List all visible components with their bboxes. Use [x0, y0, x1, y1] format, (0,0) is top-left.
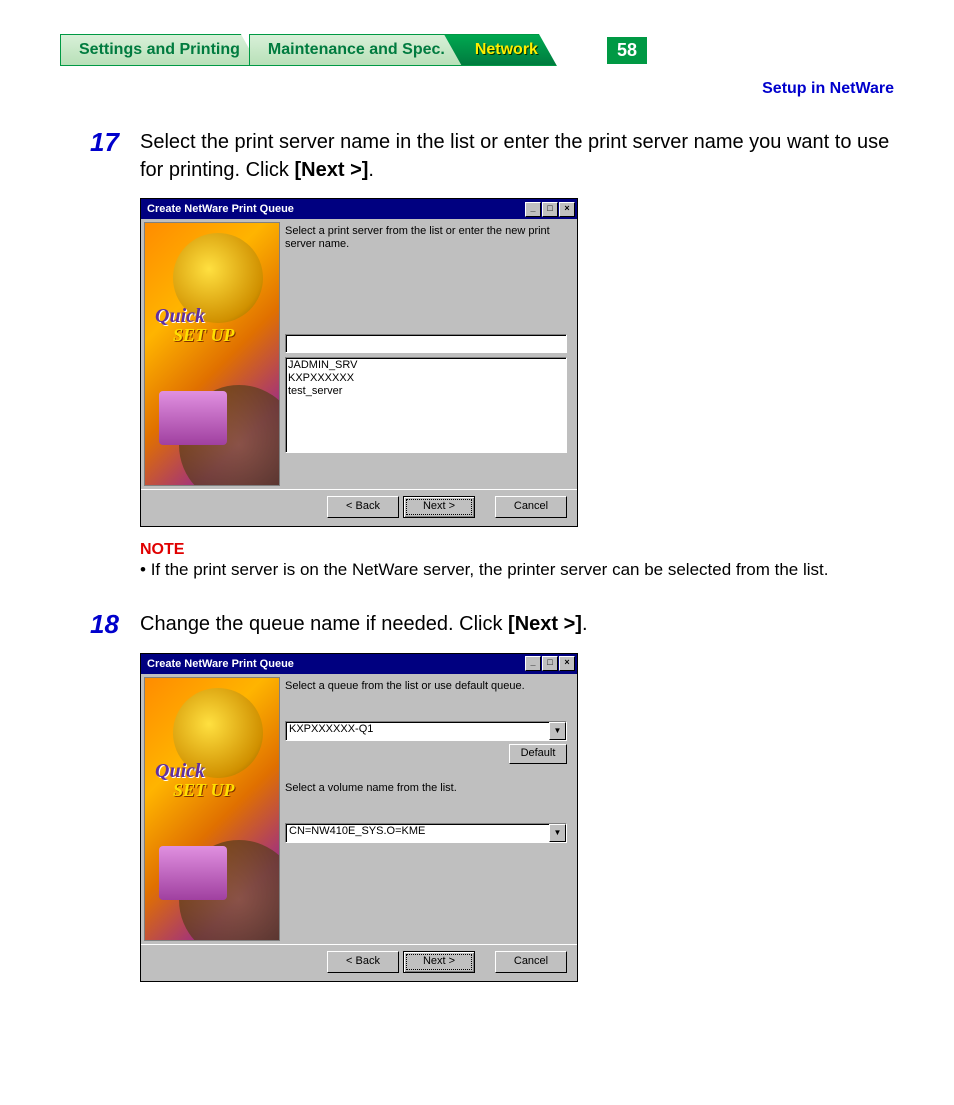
step-text-b: . [368, 159, 374, 181]
step-text-b: . [582, 613, 588, 635]
back-button[interactable]: < Back [327, 951, 399, 973]
dialog-prompt: Select a print server from the list or e… [285, 225, 567, 251]
step-18: 18 Change the queue name if needed. Clic… [90, 610, 914, 639]
list-item[interactable]: test_server [288, 385, 564, 398]
default-button[interactable]: Default [509, 744, 567, 764]
server-listbox[interactable]: JADMIN_SRV KXPXXXXXX test_server [285, 357, 567, 453]
dialog-button-row: < Back Next > Cancel [141, 944, 577, 981]
step-text-a: Change the queue name if needed. Click [140, 613, 508, 635]
back-button[interactable]: < Back [327, 496, 399, 518]
queue-name-combo[interactable]: KXPXXXXXX-Q1 ▼ [285, 721, 567, 741]
server-name-input[interactable] [285, 334, 567, 353]
dialog-create-print-queue-2: Create NetWare Print Queue _ □ × Quick S… [140, 653, 578, 982]
volume-value: CN=NW410E_SYS.O=KME [286, 824, 549, 842]
close-icon[interactable]: × [559, 202, 575, 217]
titlebar: Create NetWare Print Queue _ □ × [141, 654, 577, 674]
list-item[interactable]: JADMIN_SRV [288, 359, 564, 372]
page-content: 17 Select the print server name in the l… [0, 98, 954, 1036]
close-icon[interactable]: × [559, 656, 575, 671]
chevron-down-icon[interactable]: ▼ [549, 722, 566, 740]
note-block: NOTE If the print server is on the NetWa… [140, 541, 914, 582]
top-nav: Settings and Printing Maintenance and Sp… [0, 0, 954, 70]
cancel-button[interactable]: Cancel [495, 951, 567, 973]
tab-maintenance-spec[interactable]: Maintenance and Spec. [249, 34, 464, 66]
dialog-prompt-queue: Select a queue from the list or use defa… [285, 680, 567, 693]
next-button[interactable]: Next > [403, 951, 475, 973]
tab-network[interactable]: Network [444, 34, 557, 66]
step-text: Select the print server name in the list… [140, 128, 914, 184]
maximize-icon[interactable]: □ [542, 202, 558, 217]
dialog-prompt-volume: Select a volume name from the list. [285, 782, 567, 795]
step-text-bold: [Next >] [295, 159, 369, 181]
chevron-down-icon[interactable]: ▼ [549, 824, 566, 842]
step-text-bold: [Next >] [508, 613, 582, 635]
step-text: Change the queue name if needed. Click [… [140, 610, 588, 638]
dialog-create-print-queue-1: Create NetWare Print Queue _ □ × Quick S… [140, 198, 578, 527]
step-number: 18 [90, 610, 140, 639]
note-text: If the print server is on the NetWare se… [140, 559, 914, 582]
section-title: Setup in NetWare [0, 70, 954, 98]
window-title: Create NetWare Print Queue [147, 658, 524, 670]
cancel-button[interactable]: Cancel [495, 496, 567, 518]
step-number: 17 [90, 128, 140, 157]
minimize-icon[interactable]: _ [525, 656, 541, 671]
page-number-badge: 58 [607, 37, 647, 64]
queue-name-value: KXPXXXXXX-Q1 [286, 722, 549, 740]
tab-settings-printing[interactable]: Settings and Printing [60, 34, 259, 66]
wizard-side-image: Quick SET UP [144, 222, 280, 486]
minimize-icon[interactable]: _ [525, 202, 541, 217]
step-text-a: Select the print server name in the list… [140, 131, 889, 181]
titlebar: Create NetWare Print Queue _ □ × [141, 199, 577, 219]
maximize-icon[interactable]: □ [542, 656, 558, 671]
list-item[interactable]: KXPXXXXXX [288, 372, 564, 385]
note-label: NOTE [140, 541, 914, 559]
side-label-setup: SET UP [173, 780, 235, 801]
dialog-button-row: < Back Next > Cancel [141, 489, 577, 526]
side-label-setup: SET UP [173, 325, 235, 346]
window-title: Create NetWare Print Queue [147, 203, 524, 215]
next-button[interactable]: Next > [403, 496, 475, 518]
step-17: 17 Select the print server name in the l… [90, 128, 914, 184]
wizard-side-image: Quick SET UP [144, 677, 280, 941]
volume-combo[interactable]: CN=NW410E_SYS.O=KME ▼ [285, 823, 567, 843]
